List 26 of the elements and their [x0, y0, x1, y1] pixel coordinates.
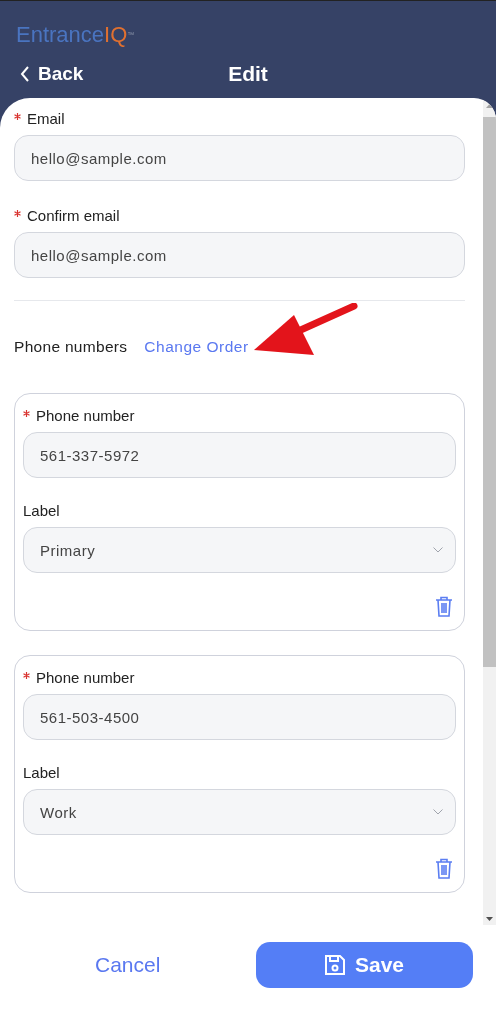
cancel-button[interactable]: Cancel: [95, 953, 161, 977]
field-label: Email: [27, 110, 65, 127]
field-label: Label: [23, 764, 61, 782]
field-label: Confirm email: [27, 207, 120, 224]
phone-field[interactable]: 561-503-4500: [23, 694, 456, 740]
field-label: Phone number: [36, 669, 135, 686]
floppy-disk-icon: [324, 955, 345, 975]
label-dropdown[interactable]: Primary: [23, 527, 456, 573]
email-field[interactable]: hello@sample.com: [14, 135, 465, 181]
trash-icon[interactable]: [435, 858, 453, 879]
scrollbar-thumb[interactable]: [483, 117, 496, 667]
chevron-down-icon: [433, 809, 443, 815]
change-order-link[interactable]: Change Order: [144, 338, 249, 356]
section-label: Phone numbers: [14, 338, 128, 356]
save-button[interactable]: Save: [256, 942, 473, 988]
field-label: Label: [23, 502, 61, 520]
label-dropdown[interactable]: Work: [23, 789, 456, 835]
chevron-left-icon: [20, 66, 30, 82]
field-label: Phone number: [36, 407, 135, 424]
page-title: Edit: [228, 62, 268, 86]
phone-field[interactable]: 561-337-5972: [23, 432, 456, 478]
back-button[interactable]: Back: [16, 63, 84, 85]
trash-icon[interactable]: [435, 596, 453, 617]
email-field[interactable]: hello@sample.com: [14, 232, 465, 278]
chevron-down-icon: [433, 547, 443, 553]
logo: EntranceIQ$^{™}$: [16, 23, 135, 47]
